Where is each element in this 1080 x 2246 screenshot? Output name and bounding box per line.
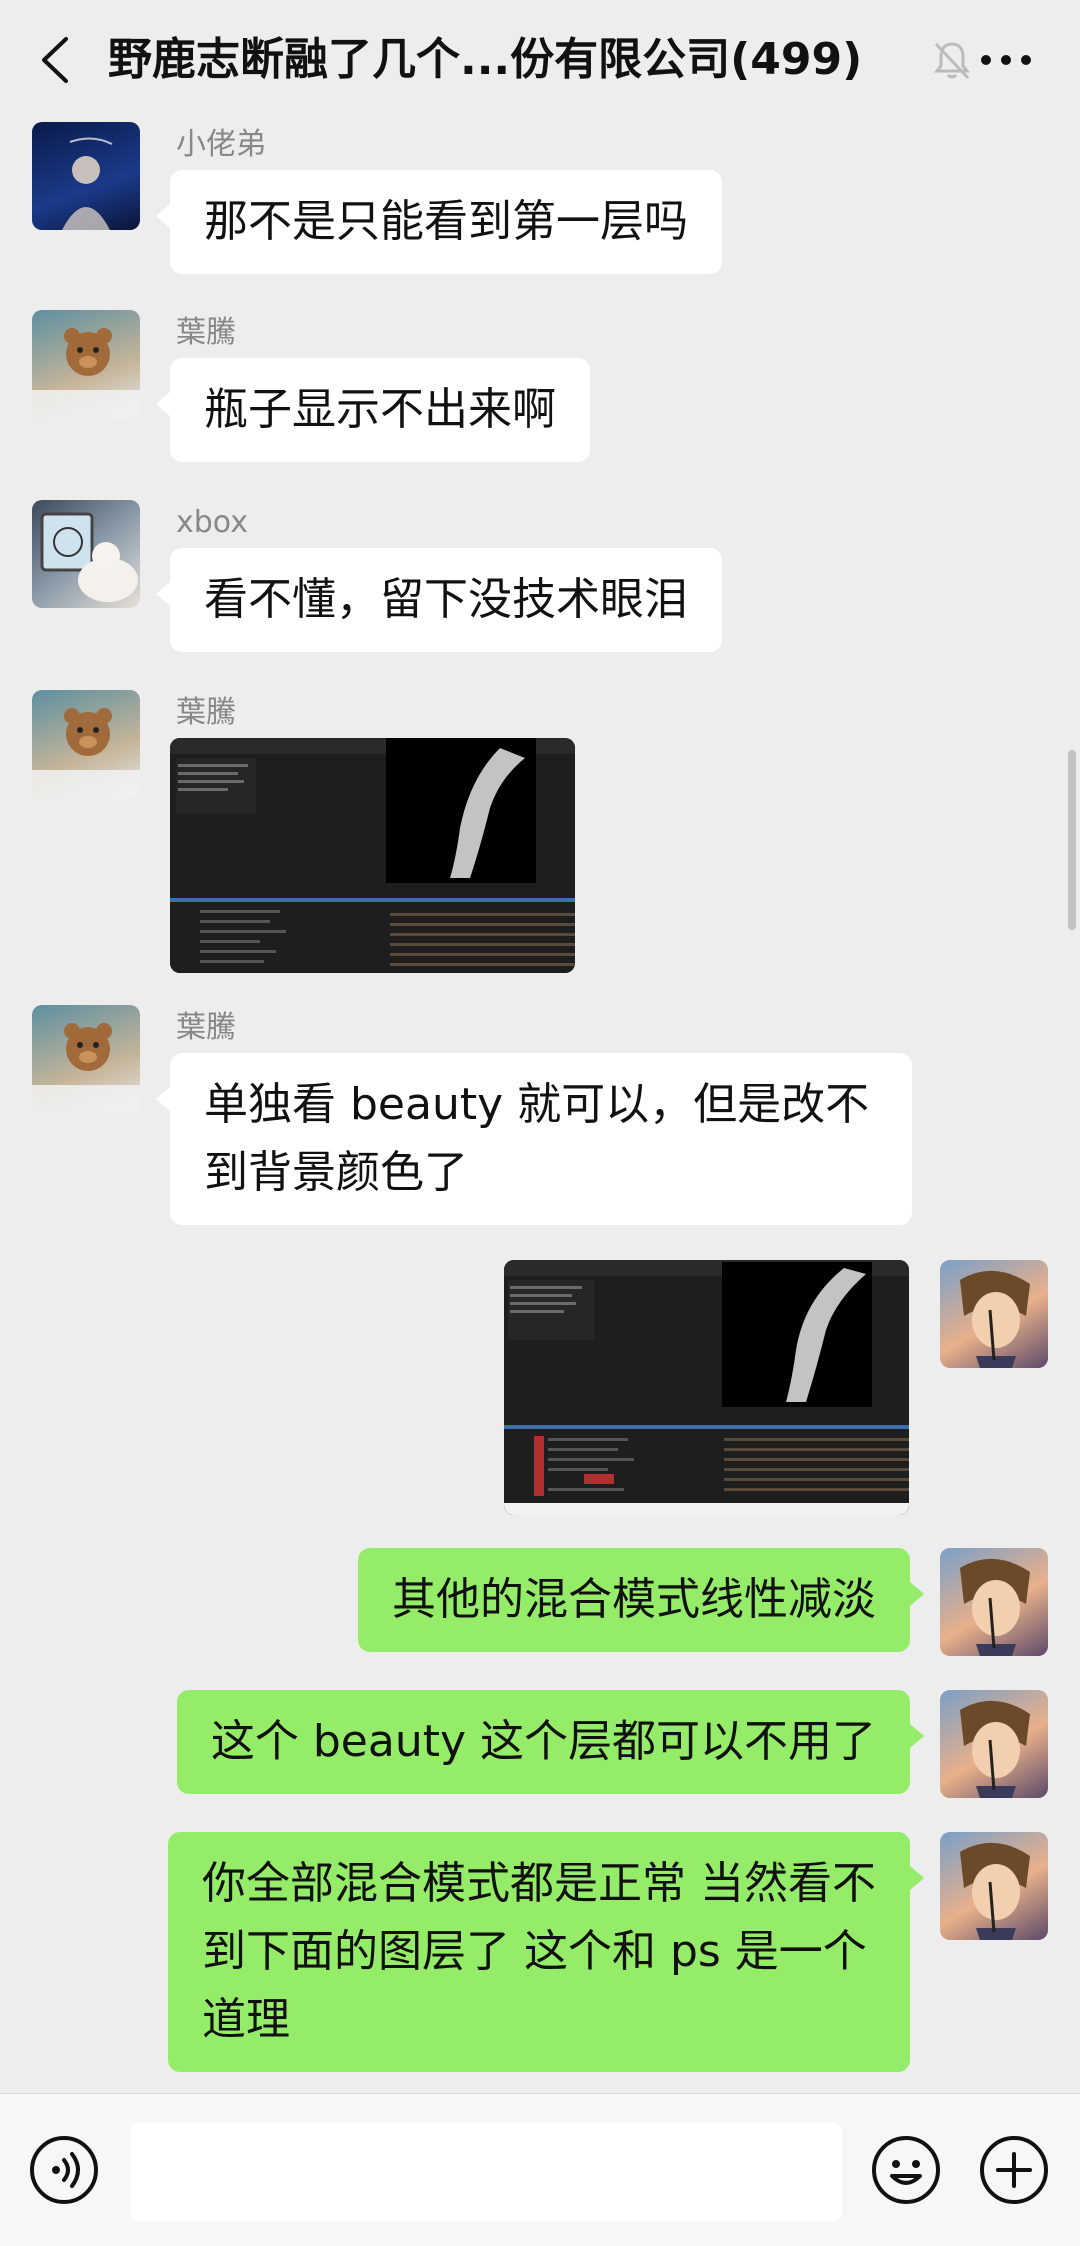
sender-name: 葉騰 [176,1010,236,1045]
avatar[interactable] [940,1690,1048,1798]
avatar[interactable] [940,1260,1048,1368]
image-message[interactable] [504,1260,909,1515]
voice-icon[interactable] [28,2134,100,2206]
message-input[interactable] [130,2122,842,2222]
avatar[interactable] [32,500,140,608]
message-bubble[interactable]: 那不是只能看到第一层吗 [156,170,722,274]
message-bubble[interactable]: 这个 beauty 这个层都可以不用了 [176,1690,925,1794]
chat-header: 野鹿志断融了几个...份有限公司(499) [0,0,1080,120]
avatar[interactable] [940,1548,1048,1656]
avatar[interactable] [940,1832,1048,1940]
chat-title: 野鹿志断融了几个...份有限公司(499) [108,34,863,85]
more-icon[interactable] [976,38,1036,82]
message-bubble[interactable]: 你全部混合模式都是正常 当然看不到下面的图层了 这个和 ps 是一个道理 [168,1832,924,2072]
avatar[interactable] [32,122,140,230]
sender-name: 小佬弟 [176,127,266,162]
plus-icon[interactable] [978,2134,1050,2206]
sender-name: 葉騰 [176,695,236,730]
bell-off-icon [930,38,974,82]
message-bubble[interactable]: 单独看 beauty 就可以，但是改不到背景颜色了 [156,1053,912,1225]
message-bubble[interactable]: 看不懂，留下没技术眼泪 [156,548,722,652]
input-bar [0,2093,1080,2246]
image-message[interactable] [170,738,575,973]
scrollbar[interactable] [1068,750,1076,930]
avatar[interactable] [32,310,140,418]
message-bubble[interactable]: 瓶子显示不出来啊 [156,358,590,462]
sender-name: 葉騰 [176,315,236,350]
emoji-icon[interactable] [870,2134,942,2206]
message-bubble[interactable]: 其他的混合模式线性减淡 [358,1548,924,1652]
sender-name: xbox [176,505,248,540]
chevron-left-icon[interactable] [30,30,80,90]
avatar[interactable] [32,690,140,798]
avatar[interactable] [32,1005,140,1113]
